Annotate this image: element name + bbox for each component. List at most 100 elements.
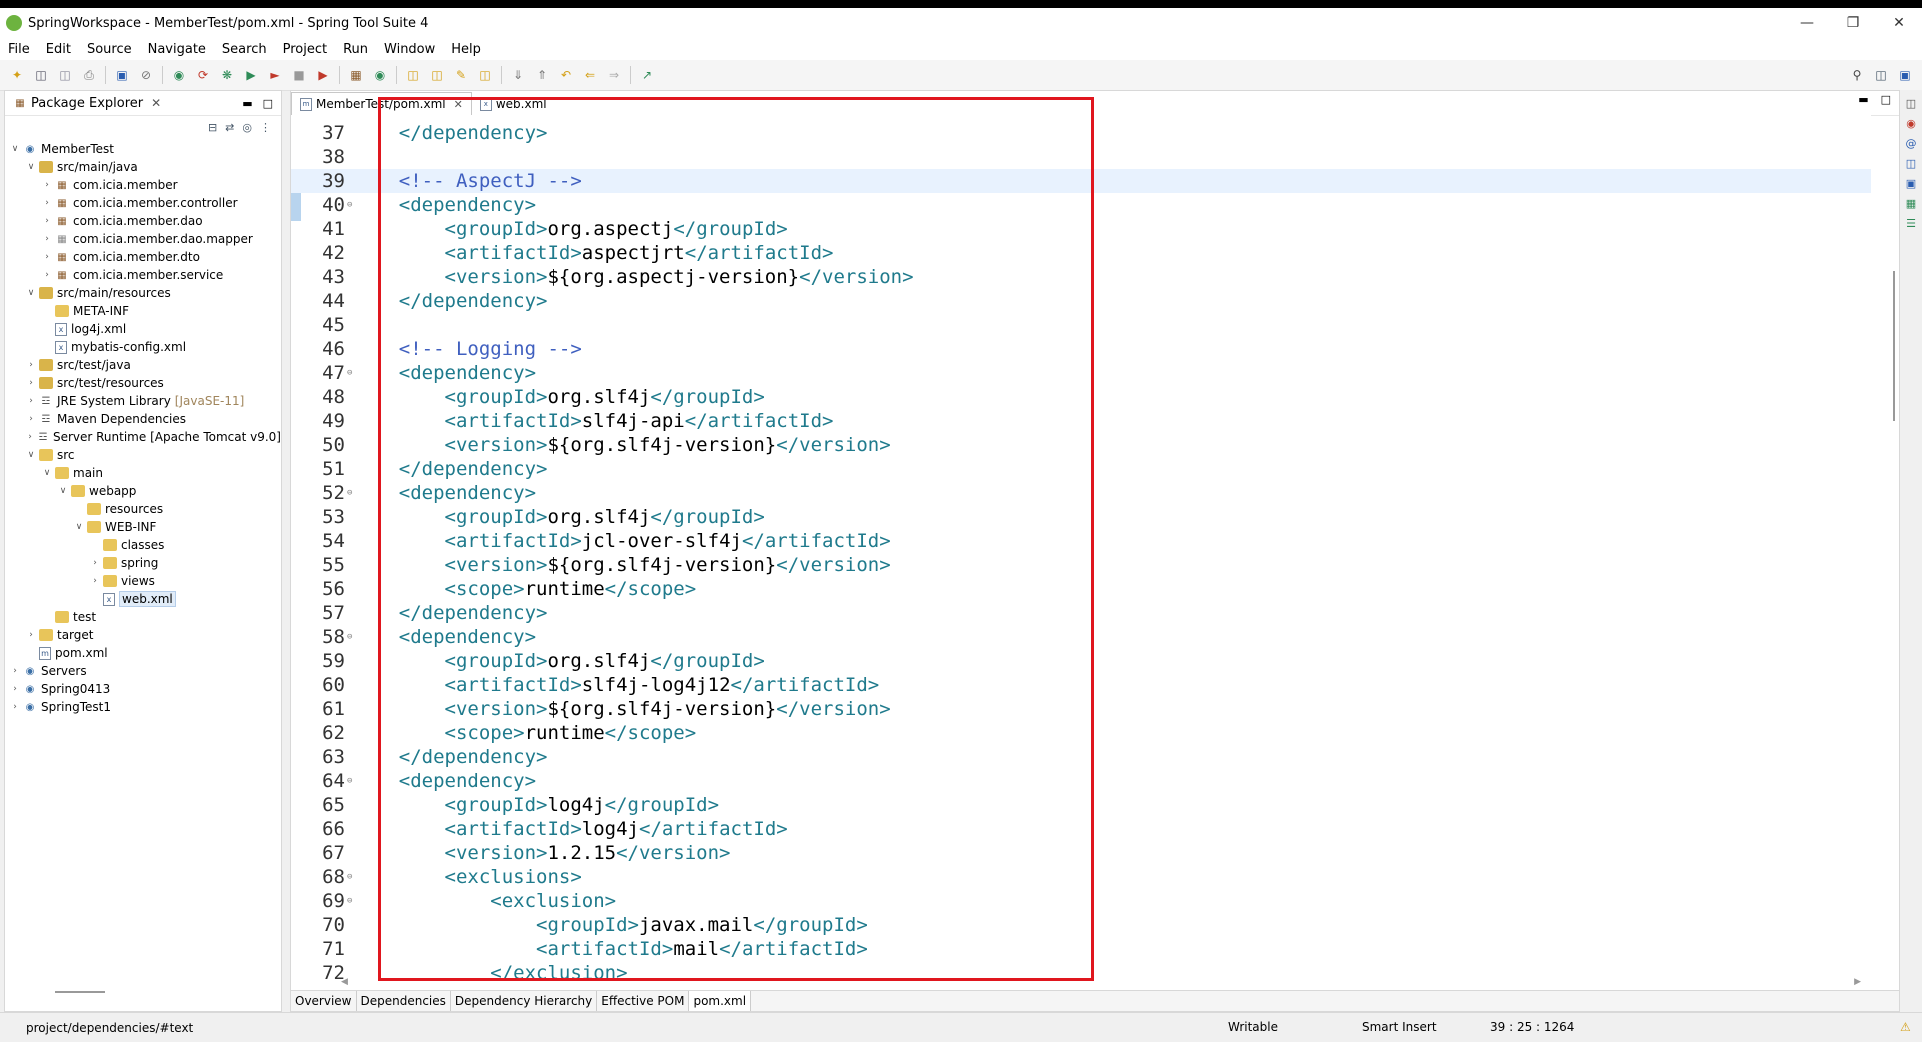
boot-dashboard-icon[interactable]: ◉ (170, 66, 188, 84)
tree-item-jre-library[interactable]: › ☲ JRE System Library [JavaSE-11] (5, 392, 281, 410)
chevron-right-icon[interactable]: › (41, 234, 53, 244)
tree-item-pom-xml[interactable]: m pom.xml (5, 644, 281, 662)
tree-item-server-runtime[interactable]: › ☲ Server Runtime [Apache Tomcat v9.0] (5, 428, 281, 446)
tree-item-test[interactable]: test (5, 608, 281, 626)
tree-item-package[interactable]: › ▦ com.icia.member.dao.mapper (5, 230, 281, 248)
new-icon[interactable]: ✦ (8, 66, 26, 84)
chevron-right-icon[interactable]: › (25, 396, 37, 406)
tab-effective-pom[interactable]: Effective POM (597, 991, 690, 1011)
chevron-right-icon[interactable]: › (25, 378, 37, 388)
chevron-down-icon[interactable]: ∨ (57, 486, 69, 496)
at-sign-icon[interactable]: @ (1904, 136, 1918, 150)
chevron-down-icon[interactable]: ∨ (25, 450, 37, 460)
new-class-icon[interactable]: ◉ (371, 66, 389, 84)
tree-item-src[interactable]: ∨ src (5, 446, 281, 464)
chevron-down-icon[interactable]: ∨ (9, 144, 21, 154)
chevron-right-icon[interactable]: › (41, 180, 53, 190)
tree-item-classes[interactable]: classes (5, 536, 281, 554)
menu-source[interactable]: Source (79, 42, 140, 57)
close-icon[interactable]: ✕ (151, 96, 161, 110)
tree-item-servers[interactable]: › ◉ Servers (5, 662, 281, 680)
tab-dependency-hierarchy[interactable]: Dependency Hierarchy (451, 991, 598, 1011)
chevron-down-icon[interactable]: ∨ (25, 162, 37, 172)
menu-window[interactable]: Window (376, 42, 443, 57)
new-package-icon[interactable]: ▦ (347, 66, 365, 84)
save-all-icon[interactable]: ◫ (56, 66, 74, 84)
tree-item-membertest[interactable]: ∨ ◉ MemberTest (5, 140, 281, 158)
tree-item-folder[interactable]: META-INF (5, 302, 281, 320)
horizontal-scrollbar[interactable] (55, 991, 105, 993)
tree-item-file[interactable]: x log4j.xml (5, 320, 281, 338)
fold-toggle-icon[interactable]: ⊖ (347, 361, 352, 385)
chevron-right-icon[interactable]: › (89, 558, 101, 568)
collapse-all-icon[interactable]: ⊟ (208, 121, 217, 134)
print-icon[interactable]: ⎙ (80, 66, 98, 84)
menu-run[interactable]: Run (335, 42, 376, 57)
prev-annotation-icon[interactable]: ⇑ (533, 66, 551, 84)
tree-item-spring[interactable]: › spring (5, 554, 281, 572)
tree-item-src-test-resources[interactable]: › src/test/resources (5, 374, 281, 392)
tree-item-src-test-java[interactable]: › src/test/java (5, 356, 281, 374)
maximize-editor-icon[interactable]: □ (1881, 93, 1891, 106)
lightbulb-icon[interactable]: ⚠ (1900, 1020, 1911, 1034)
chevron-right-icon[interactable]: › (41, 198, 53, 208)
search-icon[interactable]: ⚲ (1848, 66, 1866, 84)
menu-search[interactable]: Search (214, 42, 275, 57)
open-perspective-icon[interactable]: ◫ (1872, 66, 1890, 84)
restore-icon[interactable]: ◫ (1904, 96, 1918, 110)
chevron-down-icon[interactable]: ∨ (25, 288, 37, 298)
minimize-button[interactable]: — (1784, 8, 1830, 38)
chevron-right-icon[interactable]: › (9, 666, 21, 676)
fold-toggle-icon[interactable]: ⊖ (347, 481, 352, 505)
chevron-right-icon[interactable]: › (9, 702, 21, 712)
tree-item-main[interactable]: ∨ main (5, 464, 281, 482)
run-external-icon[interactable]: ► (266, 66, 284, 84)
last-edit-icon[interactable]: ↶ (557, 66, 575, 84)
declaration-icon[interactable]: ▣ (1904, 176, 1918, 190)
skip-breakpoints-icon[interactable]: ⊘ (137, 66, 155, 84)
tree-item-spring0413[interactable]: › ◉ Spring0413 (5, 680, 281, 698)
tree-item-package[interactable]: › ▦ com.icia.member.dao (5, 212, 281, 230)
tree-item-package[interactable]: › ▦ com.icia.member.controller (5, 194, 281, 212)
chevron-down-icon[interactable]: ∨ (73, 522, 85, 532)
focus-icon[interactable]: ◎ (242, 121, 252, 134)
chevron-right-icon[interactable]: › (41, 270, 53, 280)
fold-toggle-icon[interactable]: ⊖ (347, 889, 352, 913)
scroll-left-icon[interactable]: ◀ (341, 977, 348, 987)
link-with-editor-icon[interactable]: ⇄ (225, 121, 234, 134)
tree-item-target[interactable]: › target (5, 626, 281, 644)
tree-item-package[interactable]: › ▦ com.icia.member.service (5, 266, 281, 284)
view-menu-icon[interactable]: ⋮ (260, 121, 271, 134)
debug-icon[interactable]: ❋ (218, 66, 236, 84)
tab-pom-xml-source[interactable]: pom.xml (689, 991, 752, 1011)
open-type-icon[interactable]: ◫ (404, 66, 422, 84)
chevron-right-icon[interactable]: › (25, 360, 37, 370)
menu-project[interactable]: Project (275, 42, 335, 57)
open-folder-icon[interactable]: ◫ (476, 66, 494, 84)
scroll-right-icon[interactable]: ▶ (1854, 977, 1861, 987)
chevron-right-icon[interactable]: › (9, 684, 21, 694)
tree-item-views[interactable]: › views (5, 572, 281, 590)
chevron-right-icon[interactable]: › (41, 252, 53, 262)
next-annotation-icon[interactable]: ⇓ (509, 66, 527, 84)
java-perspective-icon[interactable]: ▣ (1896, 66, 1914, 84)
menu-navigate[interactable]: Navigate (140, 42, 214, 57)
tree-item-maven-dependencies[interactable]: › ☲ Maven Dependencies (5, 410, 281, 428)
chevron-down-icon[interactable]: ∨ (41, 468, 53, 478)
fold-toggle-icon[interactable]: ⊖ (347, 769, 352, 793)
server-icon[interactable]: ▶ (314, 66, 332, 84)
package-explorer-tab[interactable]: ▦ Package Explorer ✕ (5, 91, 167, 115)
back-icon[interactable]: ⇐ (581, 66, 599, 84)
menu-file[interactable]: File (0, 42, 38, 57)
tree-item-file[interactable]: x mybatis-config.xml (5, 338, 281, 356)
tree-item-webapp[interactable]: ∨ webapp (5, 482, 281, 500)
run-icon[interactable]: ▶ (242, 66, 260, 84)
stop-icon[interactable]: ■ (290, 66, 308, 84)
javadoc-icon[interactable]: ◫ (1904, 156, 1918, 170)
tree-item-springtest1[interactable]: › ◉ SpringTest1 (5, 698, 281, 716)
fold-toggle-icon[interactable]: ⊖ (347, 193, 352, 217)
chevron-right-icon[interactable]: › (41, 216, 53, 226)
maximize-button[interactable]: ❐ (1830, 8, 1876, 38)
tree-item-web-xml[interactable]: x web.xml (5, 590, 281, 608)
save-icon[interactable]: ◫ (32, 66, 50, 84)
